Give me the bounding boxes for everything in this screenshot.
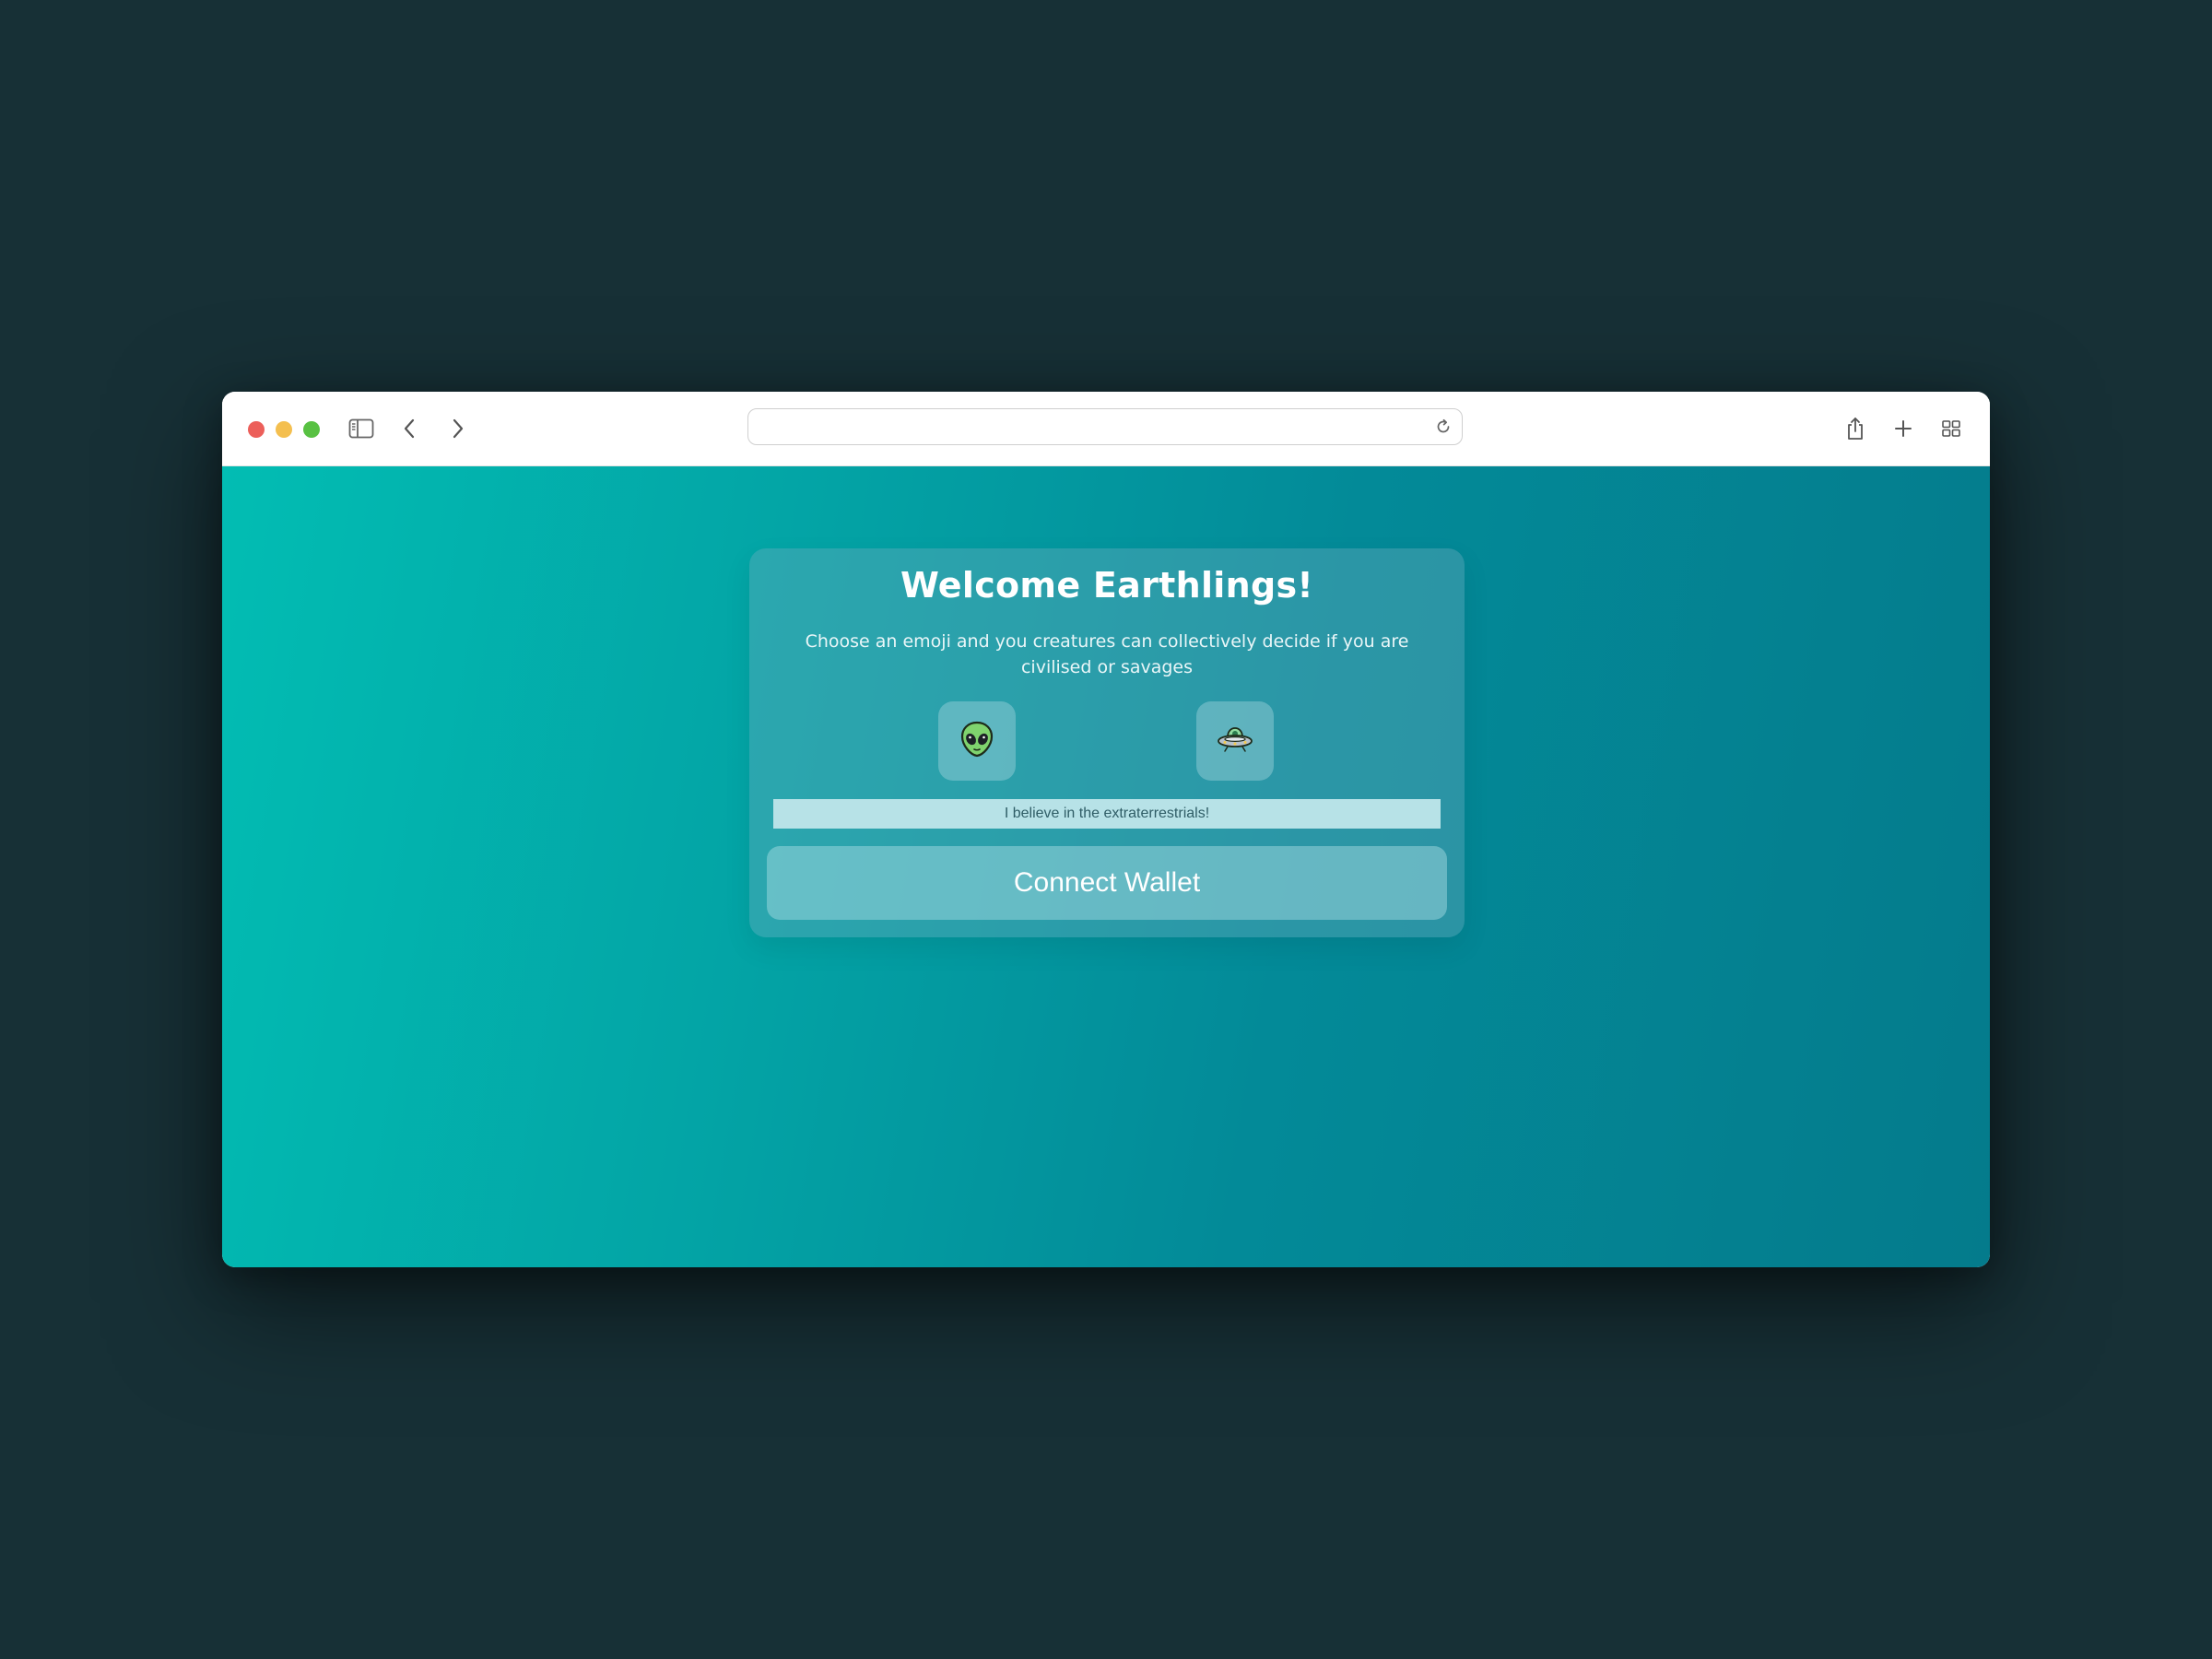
belief-banner: I believe in the extraterrestrials! [773, 799, 1441, 829]
back-icon[interactable] [393, 412, 426, 445]
welcome-card: Welcome Earthlings! Choose an emoji and … [749, 548, 1465, 937]
page-title: Welcome Earthlings! [900, 565, 1314, 606]
browser-window: Welcome Earthlings! Choose an emoji and … [222, 392, 1990, 1267]
address-bar[interactable] [747, 408, 1463, 445]
ufo-emoji-button[interactable] [1196, 701, 1274, 781]
alien-emoji-button[interactable] [938, 701, 1016, 781]
sidebar-icon[interactable] [345, 412, 378, 445]
new-tab-icon[interactable] [1887, 412, 1920, 445]
minimize-window-button[interactable] [276, 421, 292, 438]
alien-icon [960, 721, 994, 761]
ufo-icon [1217, 724, 1253, 759]
close-window-button[interactable] [248, 421, 265, 438]
share-icon[interactable] [1839, 412, 1872, 445]
reload-icon[interactable] [1434, 418, 1453, 436]
tab-overview-icon[interactable] [1935, 412, 1968, 445]
page-content: Welcome Earthlings! Choose an emoji and … [222, 466, 1990, 1267]
page-subtitle: Choose an emoji and you creatures can co… [805, 631, 1409, 677]
forward-icon[interactable] [441, 412, 475, 445]
connect-wallet-button[interactable]: Connect Wallet [767, 846, 1447, 920]
maximize-window-button[interactable] [303, 421, 320, 438]
browser-toolbar [222, 392, 1990, 466]
